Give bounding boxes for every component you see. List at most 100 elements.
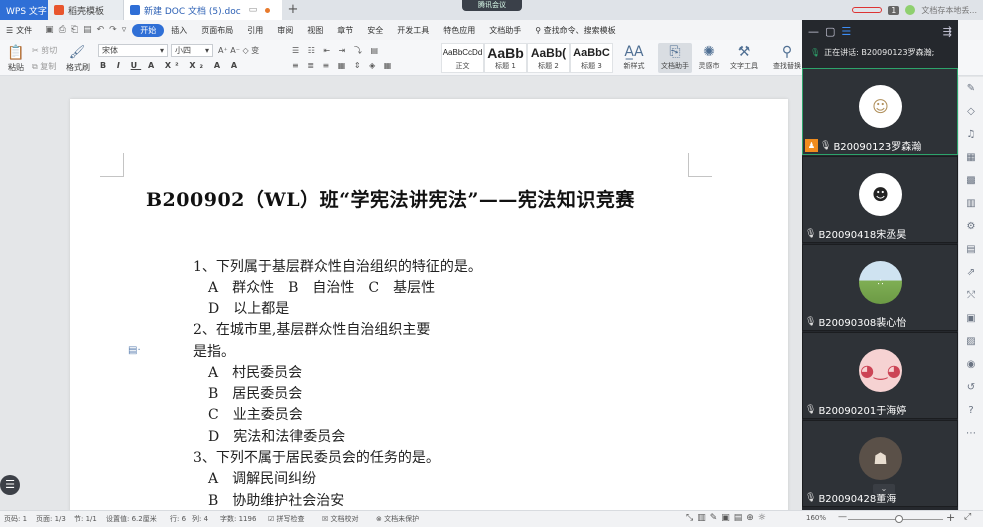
participant-tile[interactable]: ☻ 🎙 B20090418宋丞昊 (802, 156, 958, 243)
preview-icon[interactable]: ▤ (83, 25, 92, 35)
find-replace-button[interactable]: ⚲ 查找替换 (772, 43, 802, 71)
tab-wps-writer[interactable]: WPS 文字 (0, 0, 48, 20)
tab-template[interactable]: 稻壳模板 (48, 0, 124, 20)
menu-tab-chapter[interactable]: 章节 (330, 25, 360, 36)
style-normal[interactable]: AaBbCcDd 正文 (441, 43, 484, 73)
align-buttons[interactable]: ≡ ≣ ≡ ▦ ⇕ ◈ ▦ (292, 61, 394, 70)
layout-icon[interactable]: ⇶ (943, 25, 952, 38)
window-icon[interactable]: ▢ (825, 25, 835, 38)
option-line[interactable]: B 协助维护社会治安 (208, 492, 344, 510)
view-mode-buttons[interactable]: ⤡▥✎▣▤⊕☼ (686, 513, 770, 523)
print-icon[interactable]: ⎗ (71, 25, 78, 35)
menu-tab-home[interactable]: 开始 (132, 23, 165, 37)
option-line[interactable]: A 村民委员会 (208, 364, 302, 382)
option-line[interactable]: A 调解民间纠纷 (208, 470, 316, 488)
menu-tab-features[interactable]: 特色应用 (436, 25, 482, 36)
new-tab-button[interactable]: + (282, 0, 304, 20)
option-line[interactable]: D 以上都是 (208, 300, 289, 318)
cloud-status[interactable]: 文档存本地丢... (921, 5, 977, 16)
notification-badge[interactable]: 1 (888, 5, 900, 15)
sidebar-image-icon[interactable]: ▨ (959, 330, 983, 353)
chevron-down-icon[interactable]: ⌄ (873, 484, 895, 494)
new-style-button[interactable]: A̲A 新样式 (619, 43, 649, 71)
fullscreen-icon[interactable]: ⤢ (964, 512, 971, 522)
doc-assistant-button[interactable]: ⎘ 文档助手 (658, 43, 692, 73)
sidebar-grid-icon[interactable]: ▩ (959, 169, 983, 192)
customize-icon[interactable]: ▿ (122, 25, 127, 35)
sidebar-table-icon[interactable]: ▦ (959, 146, 983, 169)
sidebar-box-icon[interactable]: ▣ (959, 307, 983, 330)
zoom-level[interactable]: 160% (806, 514, 826, 522)
option-line[interactable]: B 居民委员会 (208, 385, 302, 403)
menu-tab-doc-assistant[interactable]: 文档助手 (482, 25, 528, 36)
participant-tile[interactable]: ∴ 🎙 B20090308裴心怡 (802, 244, 958, 331)
option-line[interactable]: C 业主委员会 (208, 406, 303, 424)
floating-menu-icon[interactable]: ☰ (0, 475, 20, 495)
inspiration-button[interactable]: ✺ 灵感市 (695, 43, 723, 71)
menu-tab-insert[interactable]: 插入 (164, 25, 194, 36)
export-pdf-icon[interactable]: ⎙ (59, 25, 66, 35)
sidebar-history-icon[interactable]: ↺ (959, 376, 983, 399)
status-column[interactable]: 列: 4 (192, 514, 208, 524)
sidebar-shape-icon[interactable]: ◇ (959, 100, 983, 123)
status-page-number[interactable]: 页码: 1 (4, 514, 27, 524)
search-command-box[interactable]: ⚲ 查找命令、搜索模板 (528, 25, 622, 36)
list-view-icon[interactable]: ☰ (841, 25, 851, 38)
sidebar-chart-icon[interactable]: ▥ (959, 192, 983, 215)
minimize-icon[interactable]: — (808, 25, 819, 38)
font-grow-shrink-icons[interactable]: A⁺ A⁻ ◇ 变 (218, 45, 259, 56)
sidebar-settings-icon[interactable]: ⚙ (959, 215, 983, 238)
menu-tab-references[interactable]: 引用 (240, 25, 270, 36)
zoom-out-button[interactable]: — (838, 512, 847, 522)
style-heading-3[interactable]: AaBbC 标题 3 (570, 43, 613, 73)
question-line[interactable]: 3、下列不属于居民委员会的任务的是。 (193, 449, 440, 467)
zoom-in-button[interactable]: + (946, 511, 955, 524)
redo-icon[interactable]: ↷ (109, 25, 117, 35)
question-line[interactable]: 2、在城市里,基层群众性自治组织主要 (193, 321, 430, 339)
option-line[interactable]: A 群众性 B 自治性 C 基层性 (208, 279, 435, 297)
status-section[interactable]: 节: 1/1 (74, 514, 97, 524)
spell-check-button[interactable]: ☑ 拼写检查 (268, 514, 305, 524)
question-line[interactable]: 是指。 (193, 343, 235, 361)
tab-document[interactable]: 新建 DOC 文档 (5).doc ▭ (124, 0, 282, 20)
menu-tab-developer[interactable]: 开发工具 (390, 25, 436, 36)
style-heading-2[interactable]: AaBb(标题 2 (527, 43, 570, 73)
status-word-count[interactable]: 字数: 1196 (220, 514, 256, 524)
font-size-select[interactable]: 小四 ▾ (171, 44, 213, 57)
sidebar-export-icon[interactable]: ⇗ (959, 261, 983, 284)
sidebar-help-icon[interactable]: ? (959, 399, 983, 422)
copy-button[interactable]: ⧉ 复制 (32, 61, 56, 72)
sidebar-pen-icon[interactable]: ✎ (959, 77, 983, 100)
sidebar-bell-icon[interactable]: ♫ (959, 123, 983, 146)
menu-tab-view[interactable]: 视图 (300, 25, 330, 36)
format-painter-button[interactable]: 🖌 格式刷 (66, 44, 90, 73)
text-tools-button[interactable]: ⚒ 文字工具 (726, 43, 762, 71)
sidebar-more-icon[interactable]: ⋯ (959, 422, 983, 445)
doc-proofread-button[interactable]: ☒ 文档校对 (322, 514, 359, 524)
sidebar-location-icon[interactable]: ◉ (959, 353, 983, 376)
question-line[interactable]: 1、下列属于基层群众性自治组织的特征的是。 (193, 258, 482, 276)
document-title[interactable]: B200902（WL）班“学宪法讲宪法”——宪法知识竞赛 (146, 185, 635, 212)
status-row[interactable]: 行: 6 (170, 514, 186, 524)
paste-button[interactable]: 📋 粘贴 (6, 44, 26, 73)
status-set-value[interactable]: 设置值: 6.2厘米 (106, 514, 157, 524)
sidebar-share-icon[interactable]: ⤲ (959, 284, 983, 307)
menu-file[interactable]: 文件 (16, 25, 39, 36)
status-pages[interactable]: 页面: 1/3 (36, 514, 66, 524)
style-heading-1[interactable]: AaBb 标题 1 (484, 43, 527, 73)
menu-tab-security[interactable]: 安全 (360, 25, 390, 36)
doc-protect-button[interactable]: ⊗ 文档未保护 (376, 514, 419, 524)
paragraph-handle-icon[interactable]: ▤· (128, 345, 141, 356)
zoom-slider-handle[interactable] (895, 515, 904, 523)
cut-button[interactable]: ✂ 剪切 (32, 45, 57, 56)
menu-tab-layout[interactable]: 页面布局 (194, 25, 240, 36)
document-area[interactable]: B200902（WL）班“学宪法讲宪法”——宪法知识竞赛 1、下列属于基层群众性… (0, 77, 802, 510)
list-buttons[interactable]: ☰ ☷ ⇤ ⇥ ⤵ ▤ (292, 45, 381, 56)
option-line[interactable]: D 宪法和法律委员会 (208, 428, 345, 446)
participant-tile[interactable]: ☺ ♟ 🎙 B20090123罗森瀚 (802, 68, 958, 155)
save-icon[interactable]: ▣ (45, 25, 54, 35)
sidebar-document-icon[interactable]: ▤ (959, 238, 983, 261)
text-format-buttons[interactable]: B I U A X² X₂ A A (100, 61, 241, 70)
meeting-pill[interactable]: 腾讯会议 (462, 0, 522, 11)
participant-tile[interactable]: ◕‿◕ 🎙 B20090201于海婷 (802, 332, 958, 419)
